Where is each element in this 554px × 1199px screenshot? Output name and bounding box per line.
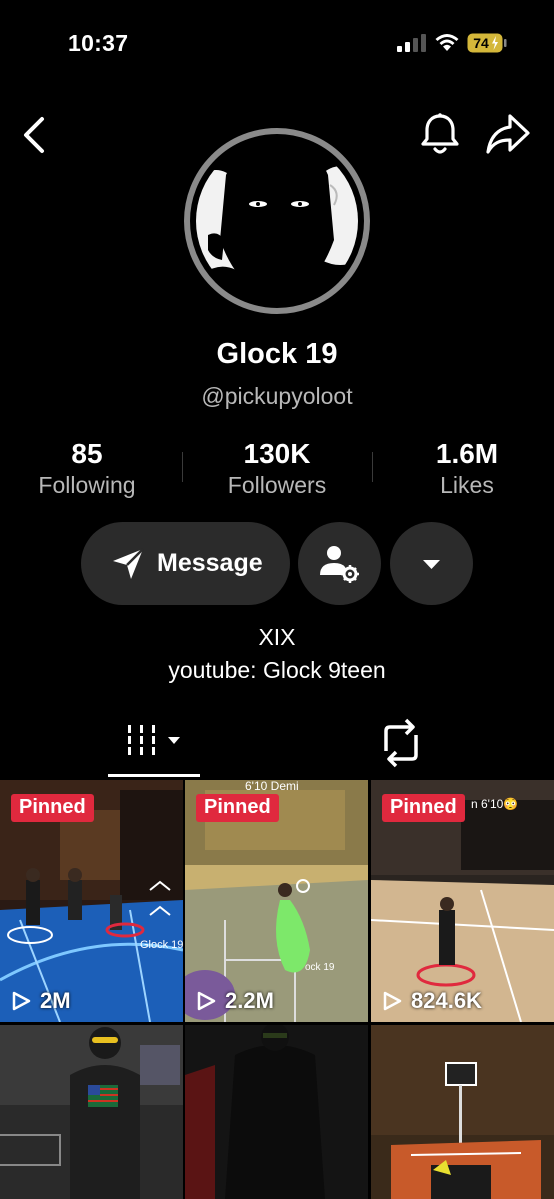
profile-avatar[interactable] [184, 128, 370, 314]
play-icon [12, 991, 31, 1011]
view-count-value: 2.2M [225, 988, 274, 1013]
stat-divider [182, 452, 183, 482]
likes-label: Likes [440, 472, 494, 498]
view-count-value: 824.6K [411, 988, 482, 1013]
send-icon [113, 547, 144, 579]
followers-count: 130K [243, 438, 311, 469]
pinned-badge: Pinned [196, 794, 279, 822]
share-icon[interactable] [484, 112, 532, 156]
followers-label: Followers [227, 472, 327, 498]
videos-grid-icon [128, 725, 180, 755]
view-count: 2.2M [195, 988, 274, 1014]
likes-stat[interactable]: 1.6M Likes [410, 438, 524, 499]
stat-divider [372, 452, 373, 482]
video-thumbnail[interactable]: Glock 19 Pinned 2M [0, 780, 183, 1022]
username-handle: @pickupyoloot [201, 383, 353, 409]
followers-stat[interactable]: 130K Followers [208, 438, 346, 499]
bio-line-1: XIX [258, 624, 296, 650]
following-stat[interactable]: 85 Following [20, 438, 154, 499]
view-count: 2M [10, 988, 71, 1014]
video-thumbnail[interactable]: ock 19 6'10 Demi Pinned 2.2M [185, 780, 368, 1022]
battery-level: 74 [473, 35, 489, 51]
play-icon [383, 991, 402, 1011]
thumbnail-image [185, 1025, 368, 1199]
chevron-left-icon[interactable] [18, 115, 54, 155]
pinned-badge: Pinned [382, 794, 465, 822]
wifi-icon [435, 34, 459, 51]
thumbnail-caption: 6'10 Demi [245, 780, 299, 793]
avatar-image [196, 140, 358, 302]
video-thumbnail[interactable]: n 6'10😳 Pinned 824.6K [371, 780, 554, 1022]
bio-line-2[interactable]: youtube: Glock 9teen [0, 657, 554, 684]
bell-icon[interactable] [418, 111, 462, 157]
status-bar: 10:37 74 [0, 0, 554, 80]
caret-down-icon [423, 560, 440, 569]
tab-reposts[interactable] [376, 715, 426, 775]
view-count: 824.6K [381, 988, 482, 1014]
manage-friend-button[interactable] [298, 522, 381, 605]
message-button[interactable]: Message [81, 522, 290, 605]
svg-text:ock 19: ock 19 [305, 962, 335, 973]
repost-icon [384, 718, 418, 768]
active-tab-indicator [108, 774, 200, 777]
likes-count: 1.6M [435, 438, 499, 469]
following-label: Following [38, 472, 136, 498]
user-settings-icon [320, 546, 359, 583]
pinned-badge: Pinned [11, 794, 94, 822]
tab-videos[interactable] [108, 715, 200, 777]
cellular-signal-icon [397, 34, 426, 52]
video-thumbnail[interactable] [371, 1025, 554, 1199]
following-count: 85 [71, 438, 103, 469]
thumbnail-image [371, 1025, 554, 1199]
view-count-value: 2M [40, 988, 71, 1013]
status-time: 10:37 [68, 30, 129, 56]
thumbnail-caption: n 6'10😳 [471, 797, 518, 811]
video-thumbnail[interactable] [185, 1025, 368, 1199]
video-thumbnail[interactable] [0, 1025, 183, 1199]
svg-text:Glock 19: Glock 19 [140, 939, 183, 951]
message-label: Message [157, 549, 263, 577]
thumbnail-image [0, 1025, 183, 1199]
play-icon [197, 991, 216, 1011]
more-options-button[interactable] [390, 522, 473, 605]
display-name: Glock 19 [216, 338, 338, 370]
battery-icon: 74 [467, 33, 507, 53]
